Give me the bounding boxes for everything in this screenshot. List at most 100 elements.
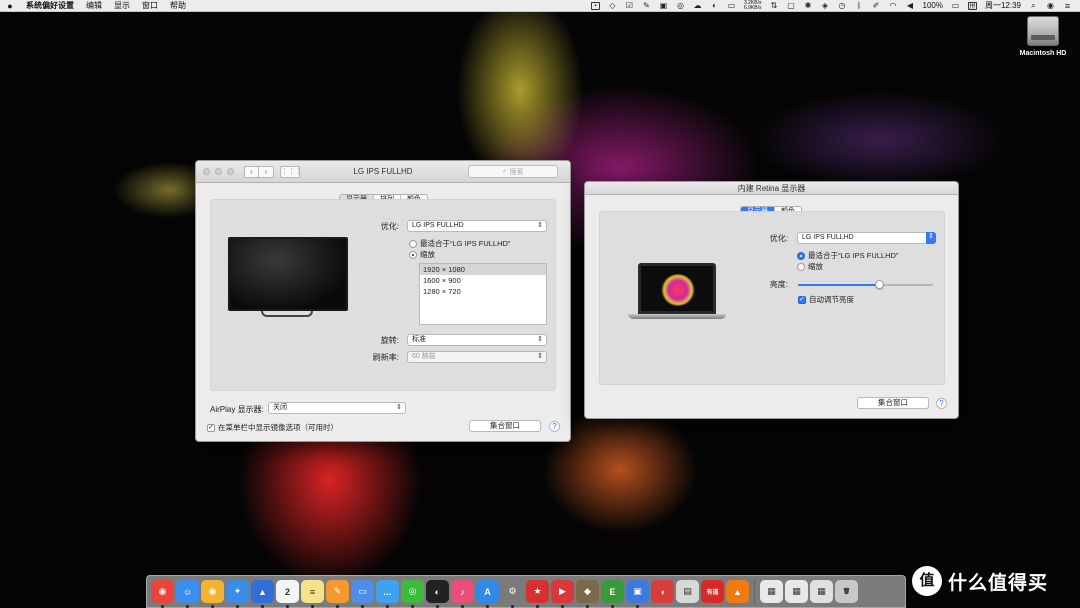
- search-field[interactable]: ⌕ 搜索: [468, 165, 558, 178]
- auto-brightness-control[interactable]: ✓: [798, 295, 806, 304]
- resolution-item[interactable]: 1920 × 1080: [420, 264, 546, 275]
- rotation-popup[interactable]: 标准 ⇕: [407, 334, 547, 346]
- brightness-slider-knob[interactable]: [875, 280, 884, 289]
- dock-app-pocket-icon[interactable]: ◖: [651, 580, 674, 603]
- status-app-icon[interactable]: ▪: [590, 1, 600, 10]
- status-notes-icon[interactable]: ✎: [642, 1, 651, 10]
- radio-best-for-display[interactable]: 最适合于“LG IPS FULLHD”: [409, 238, 510, 249]
- gather-windows-button[interactable]: 集合窗口: [469, 420, 541, 432]
- dock-app-doc-3-icon[interactable]: ▦: [810, 580, 833, 603]
- battery-icon[interactable]: ▭: [951, 1, 960, 10]
- airplay-popup[interactable]: 关闭 ⇕: [268, 402, 406, 414]
- status-pen-icon[interactable]: ✐: [872, 1, 881, 10]
- dock-app-qq-icon[interactable]: ◐: [426, 580, 449, 608]
- dock-app-todo-icon[interactable]: ★: [526, 580, 549, 608]
- back-button[interactable]: ‹: [244, 165, 259, 178]
- radio-scaled-control[interactable]: [409, 250, 417, 259]
- mirror-option-checkbox[interactable]: ✓ 在菜单栏中显示镜像选项（可用时）: [207, 422, 338, 433]
- spotlight-icon[interactable]: ⌕: [1029, 1, 1038, 10]
- dock-app-wechat-icon[interactable]: ◎: [401, 580, 424, 608]
- close-button[interactable]: [203, 168, 210, 175]
- dock-app-archive-icon[interactable]: ◆: [576, 580, 599, 608]
- bluetooth-icon[interactable]: ᛒ: [855, 1, 864, 10]
- status-cloud-icon[interactable]: ☁: [693, 1, 702, 10]
- dock-app-launchpad-icon[interactable]: ▲: [251, 580, 274, 608]
- menu-window[interactable]: 窗口: [136, 0, 164, 11]
- menu-view[interactable]: 显示: [108, 0, 136, 11]
- dock-app-pages-icon[interactable]: ✎: [326, 580, 349, 608]
- menu-app-name[interactable]: 系统偏好设置: [20, 0, 80, 11]
- status-wechat-icon[interactable]: ◎: [676, 1, 685, 10]
- status-checklist-icon[interactable]: ☑: [625, 1, 634, 10]
- status-dropbox-icon[interactable]: ◇: [608, 1, 617, 10]
- retina-window-titlebar[interactable]: 内建 Retina 显示器: [585, 182, 958, 195]
- radio-best-control[interactable]: [409, 239, 417, 248]
- resolution-list[interactable]: 1920 × 1080 1600 × 900 1280 × 720: [419, 263, 547, 325]
- optimize-value: LG IPS FULLHD: [412, 222, 464, 229]
- optimize-label: 优化:: [380, 222, 399, 231]
- dock-app-system-preferences-icon[interactable]: ⚙: [501, 580, 524, 608]
- dock-app-doc-1-icon[interactable]: ▦: [760, 580, 783, 603]
- radio-scaled[interactable]: 缩放: [797, 261, 823, 272]
- status-upload-icon[interactable]: ⇅: [770, 1, 779, 10]
- volume-icon[interactable]: ◀: [906, 1, 915, 10]
- dock-app-messages-icon[interactable]: …: [376, 580, 399, 608]
- dock-app-calendar-icon[interactable]: 2: [276, 580, 299, 608]
- status-image-icon[interactable]: ▣: [659, 1, 668, 10]
- user-avatar-icon[interactable]: ◉: [1046, 1, 1055, 10]
- dock-app-itunes-icon[interactable]: ♪: [451, 580, 474, 608]
- input-method-icon[interactable]: 拼: [967, 1, 977, 10]
- optimize-popup[interactable]: LG IPS FULLHD ⇕: [797, 232, 936, 244]
- radio-best-for-display[interactable]: 最适合于“LG IPS FULLHD”: [797, 250, 898, 261]
- dock-app-pdf-icon[interactable]: ▶: [551, 580, 574, 608]
- minimize-button[interactable]: [215, 168, 222, 175]
- notification-center-icon[interactable]: ≡: [1063, 1, 1072, 11]
- status-qq-icon[interactable]: ◐: [710, 1, 719, 10]
- dock-app-trash-icon[interactable]: 🗑: [835, 580, 858, 603]
- wifi-icon[interactable]: ◠: [889, 1, 898, 10]
- dock-app-xcode-icon[interactable]: ▣: [626, 580, 649, 608]
- help-button[interactable]: ?: [936, 398, 947, 409]
- menu-help[interactable]: 帮助: [164, 0, 192, 11]
- radio-scaled[interactable]: 缩放: [409, 249, 435, 260]
- chevron-updown-icon: ⇕: [396, 404, 402, 411]
- menu-edit[interactable]: 编辑: [80, 0, 108, 11]
- network-speed[interactable]: 3.2KB/s 6.9KB/s: [744, 0, 762, 11]
- battery-percent[interactable]: 100%: [923, 1, 943, 10]
- brightness-slider[interactable]: [798, 280, 933, 289]
- auto-brightness-checkbox[interactable]: ✓ 自动调节亮度: [798, 294, 854, 305]
- resolution-item[interactable]: 1280 × 720: [420, 286, 546, 297]
- status-display-icon[interactable]: ▭: [727, 1, 736, 10]
- help-button[interactable]: ?: [549, 421, 560, 432]
- menu-clock[interactable]: 周一12:39: [985, 0, 1021, 11]
- dock-app-chrome-icon[interactable]: ◉: [151, 580, 174, 608]
- status-box-icon[interactable]: ▢: [787, 1, 796, 10]
- macintosh-hd-desktop-icon[interactable]: Macintosh HD: [1012, 16, 1074, 57]
- status-bluetooth-icon[interactable]: ✱: [804, 1, 813, 10]
- gather-windows-button[interactable]: 集合窗口: [857, 397, 929, 409]
- status-layers-icon[interactable]: ◈: [821, 1, 830, 10]
- dock-app-evernote-icon[interactable]: E: [601, 580, 624, 608]
- dock-app-keynote-icon[interactable]: ▭: [351, 580, 374, 608]
- dock-app-app-store-icon[interactable]: A: [476, 580, 499, 608]
- dock-app-chrome-2-icon[interactable]: ◉: [201, 580, 224, 608]
- dock-app-notes-icon[interactable]: ≡: [301, 580, 324, 608]
- dock-app-safari-icon[interactable]: ✦: [226, 580, 249, 608]
- auto-brightness-label: 自动调节亮度: [809, 295, 854, 304]
- resolution-item[interactable]: 1600 × 900: [420, 275, 546, 286]
- zoom-button[interactable]: [227, 168, 234, 175]
- apple-menu-icon[interactable]: ●: [0, 1, 20, 11]
- dock-app-doc-2-icon[interactable]: ▦: [785, 580, 808, 603]
- dock-app-youdao-icon[interactable]: 有道: [701, 580, 724, 603]
- forward-button[interactable]: ›: [259, 165, 274, 178]
- optimize-popup[interactable]: LG IPS FULLHD ⇕: [407, 220, 547, 232]
- show-all-grid-button[interactable]: ⋮⋮⋮: [280, 165, 302, 178]
- dock-app-finder-icon[interactable]: ☺: [176, 580, 199, 608]
- dock-app-vlc-icon[interactable]: ▲: [726, 580, 749, 603]
- mirror-checkbox-control[interactable]: ✓: [207, 423, 215, 432]
- radio-best-control[interactable]: [797, 251, 805, 260]
- dock-app-screenshot-icon[interactable]: ▤: [676, 580, 699, 603]
- lg-window-titlebar[interactable]: LG IPS FULLHD ‹ › ⋮⋮⋮ ⌕ 搜索: [196, 161, 570, 183]
- status-timemachine-icon[interactable]: ◷: [838, 1, 847, 10]
- radio-scaled-control[interactable]: [797, 262, 805, 271]
